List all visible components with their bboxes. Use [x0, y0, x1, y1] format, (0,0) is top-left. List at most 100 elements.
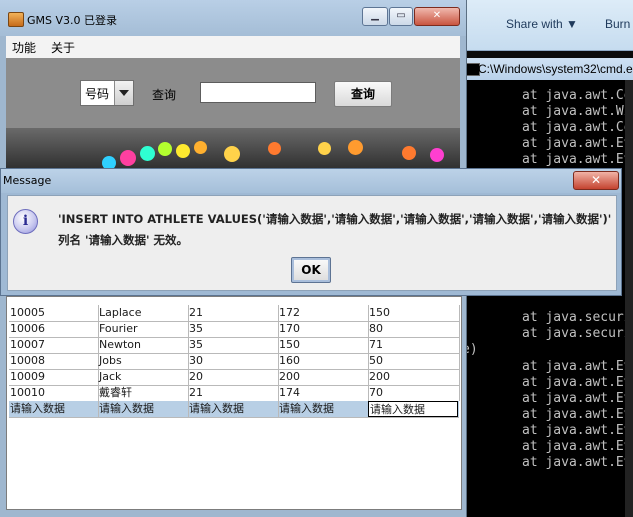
- console-line: at java.awt.Ev: [522, 455, 632, 470]
- console-line: at java.awt.Ev: [522, 136, 632, 151]
- banner-ball: [194, 141, 207, 154]
- console-line: at java.securi: [522, 326, 632, 341]
- banner-ball: [120, 150, 136, 166]
- query-label: 查询: [152, 88, 177, 102]
- table-row[interactable]: 10009 Jack 20 200 200: [9, 369, 460, 386]
- table-cell[interactable]: 35: [188, 337, 279, 353]
- table-cell[interactable]: 174: [278, 385, 369, 401]
- table-cell[interactable]: 10005: [9, 305, 99, 321]
- table-cell[interactable]: 请输入数据: [188, 401, 279, 417]
- table-cell[interactable]: Jobs: [98, 353, 189, 369]
- banner-ball: [176, 144, 190, 158]
- info-icon: i: [13, 209, 38, 234]
- banner-ball: [158, 142, 172, 156]
- athlete-table: 10005 Laplace 21 172 150 10006 Fourier 3…: [6, 296, 462, 510]
- table-cell[interactable]: 21: [188, 385, 279, 401]
- close-icon: ✕: [432, 10, 442, 21]
- dialog-title: Message: [3, 174, 52, 187]
- table-cell[interactable]: 20: [188, 369, 279, 385]
- console-line: at java.awt.Co: [522, 88, 632, 103]
- chevron-down-icon[interactable]: [114, 81, 133, 105]
- gms-window-title: GMS V3.0 已登录: [27, 14, 118, 27]
- table-cell[interactable]: 200: [368, 369, 460, 385]
- console-line: at java.awt.Wi: [522, 104, 632, 119]
- decorative-banner: [6, 128, 460, 172]
- minimize-icon: ▁: [371, 10, 379, 21]
- cmd-console[interactable]: at java.awt.Co at java.awt.Wi at java.aw…: [462, 80, 633, 517]
- console-line: at java.awt.Ev: [522, 152, 632, 167]
- table-cell-editing[interactable]: 请输入数据: [368, 401, 458, 417]
- table-cell[interactable]: 10009: [9, 369, 99, 385]
- table-row[interactable]: 10008 Jobs 30 160 50: [9, 353, 460, 370]
- console-line: at java.awt.Ev: [522, 375, 632, 390]
- java-app-icon: [8, 12, 24, 27]
- minimize-button[interactable]: ▁: [362, 7, 388, 26]
- maximize-icon: ▭: [396, 10, 406, 21]
- table-cell[interactable]: 10010: [9, 385, 99, 401]
- banner-ball: [402, 146, 416, 160]
- table-cell[interactable]: Laplace: [98, 305, 189, 321]
- table-cell[interactable]: 150: [368, 305, 460, 321]
- table-cell[interactable]: 50: [368, 353, 460, 369]
- message-dialog: Message ✕ i 'INSERT INTO ATHLETE VALUES(…: [0, 168, 622, 296]
- cmd-scrollbar[interactable]: [625, 80, 633, 517]
- table-cell[interactable]: 160: [278, 353, 369, 369]
- close-button[interactable]: ✕: [414, 7, 460, 26]
- table-cell[interactable]: 35: [188, 321, 279, 337]
- cmd-window-title: C:\Windows\system32\cmd.e: [478, 62, 633, 76]
- table-cell[interactable]: Fourier: [98, 321, 189, 337]
- banner-ball: [430, 148, 444, 162]
- table-cell[interactable]: 请输入数据: [98, 401, 189, 417]
- query-input[interactable]: [200, 82, 316, 103]
- banner-ball: [140, 146, 155, 161]
- table-cell[interactable]: 150: [278, 337, 369, 353]
- table-cell[interactable]: 70: [368, 385, 460, 401]
- gms-titlebar[interactable]: GMS V3.0 已登录 ▁ ▭ ✕: [0, 0, 466, 36]
- table-cell[interactable]: 200: [278, 369, 369, 385]
- table-cell[interactable]: 10007: [9, 337, 99, 353]
- dialog-close-button[interactable]: ✕: [573, 171, 619, 190]
- console-line: at java.awt.Co: [522, 120, 632, 135]
- table-cell[interactable]: 10006: [9, 321, 99, 337]
- query-button[interactable]: 查询: [334, 81, 392, 107]
- search-field-select[interactable]: 号码: [80, 80, 134, 106]
- banner-ball: [318, 142, 331, 155]
- table-cell[interactable]: Jack: [98, 369, 189, 385]
- explorer-toolbar: Share with ▼ Burn: [462, 0, 633, 51]
- close-icon: ✕: [590, 173, 602, 187]
- share-with-button[interactable]: Share with ▼: [506, 17, 578, 31]
- banner-ball: [348, 140, 363, 155]
- table-row[interactable]: 10005 Laplace 21 172 150: [9, 305, 460, 322]
- table-row[interactable]: 10010 戴睿轩 21 174 70: [9, 385, 460, 402]
- table-cell[interactable]: 请输入数据: [278, 401, 369, 417]
- table-cell[interactable]: 30: [188, 353, 279, 369]
- cmd-window-titlebar[interactable]: C:\Windows\system32\cmd.e: [462, 58, 633, 81]
- search-field-value: 号码: [85, 87, 110, 101]
- table-cell[interactable]: 80: [368, 321, 460, 337]
- dialog-titlebar[interactable]: Message ✕: [1, 169, 621, 193]
- table-cell[interactable]: 戴睿轩: [98, 385, 189, 401]
- table-row-selected[interactable]: 请输入数据 请输入数据 请输入数据 请输入数据 请输入数据: [9, 401, 459, 418]
- table-cell[interactable]: 71: [368, 337, 460, 353]
- maximize-button[interactable]: ▭: [389, 7, 413, 26]
- search-panel: 号码 查询 查询: [6, 58, 460, 128]
- table-cell[interactable]: Newton: [98, 337, 189, 353]
- banner-ball: [224, 146, 240, 162]
- error-message-line-1: 'INSERT INTO ATHLETE VALUES('请输入数据','请输入…: [58, 212, 612, 226]
- console-line: at java.awt.Ev: [522, 423, 632, 438]
- console-line: at java.awt.Ev: [522, 359, 632, 374]
- table-cell[interactable]: 请输入数据: [9, 401, 99, 417]
- table-cell[interactable]: 21: [188, 305, 279, 321]
- menu-about[interactable]: 关于: [51, 39, 75, 56]
- menu-function[interactable]: 功能: [12, 39, 36, 56]
- table-cell[interactable]: 170: [278, 321, 369, 337]
- dialog-content: i 'INSERT INTO ATHLETE VALUES('请输入数据','请…: [7, 195, 617, 291]
- ok-button[interactable]: OK: [291, 257, 331, 283]
- table-row[interactable]: 10006 Fourier 35 170 80: [9, 321, 460, 338]
- banner-ball: [268, 142, 281, 155]
- burn-button[interactable]: Burn: [605, 17, 630, 31]
- error-message-line-2: 列名 '请输入数据' 无效。: [58, 233, 189, 247]
- table-cell[interactable]: 172: [278, 305, 369, 321]
- table-cell[interactable]: 10008: [9, 353, 99, 369]
- table-row[interactable]: 10007 Newton 35 150 71: [9, 337, 460, 354]
